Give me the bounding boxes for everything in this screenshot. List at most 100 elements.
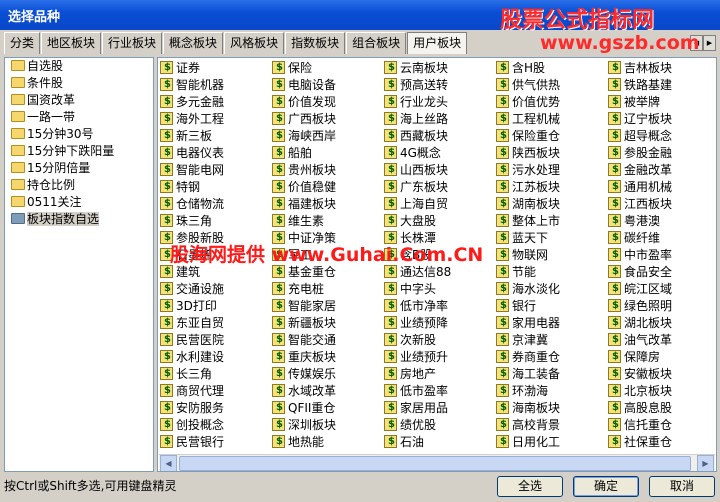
group-item[interactable]: 15分阴倍量 [5, 160, 153, 177]
block-item[interactable]: 西藏板块 [384, 128, 496, 145]
block-item[interactable]: 江西板块 [608, 196, 716, 213]
block-item[interactable]: 节能 [496, 264, 608, 281]
block-item[interactable]: 价值发现 [272, 94, 384, 111]
block-item[interactable]: 地热能 [272, 434, 384, 451]
block-item[interactable]: 污水处理 [496, 162, 608, 179]
block-item[interactable]: 房地产 [384, 366, 496, 383]
block-item[interactable]: 物联网 [496, 247, 608, 264]
block-item[interactable]: 高股息股 [608, 400, 716, 417]
block-item[interactable]: 3D打印 [160, 298, 272, 315]
block-item[interactable]: 日用化工 [496, 434, 608, 451]
tab-1[interactable]: 地区板块 [41, 32, 102, 54]
block-item[interactable]: 海外工程 [160, 111, 272, 128]
cancel-button[interactable]: 取消 [649, 476, 715, 497]
group-item[interactable]: 一路一带 [5, 109, 153, 126]
block-item[interactable]: 业绩预降 [384, 315, 496, 332]
block-item[interactable]: 上海自贸 [384, 196, 496, 213]
block-item[interactable]: 电器仪表 [160, 145, 272, 162]
tab-0[interactable]: 分类 [4, 32, 41, 54]
tab-2[interactable]: 行业板块 [102, 32, 163, 54]
tab-3[interactable]: 概念板块 [163, 32, 224, 54]
block-item[interactable]: 保障房 [608, 349, 716, 366]
block-item[interactable]: 绿色照明 [608, 298, 716, 315]
group-item[interactable]: 持仓比例 [5, 177, 153, 194]
block-item[interactable]: 多元金融 [160, 94, 272, 111]
group-item[interactable]: 15分钟下跌阳量 [5, 143, 153, 160]
block-item[interactable]: 新三板 [160, 128, 272, 145]
block-item[interactable]: 深圳板块 [272, 417, 384, 434]
block-item[interactable]: 智能家居 [272, 298, 384, 315]
block-item[interactable]: 次新股 [384, 332, 496, 349]
block-item[interactable]: 社保重仓 [608, 434, 716, 451]
block-item[interactable]: 广东板块 [384, 179, 496, 196]
block-item[interactable]: 4G概念 [384, 145, 496, 162]
block-item[interactable]: 湖北板块 [608, 315, 716, 332]
block-item[interactable]: 山西板块 [384, 162, 496, 179]
block-item[interactable]: 碳纤维 [608, 230, 716, 247]
block-item[interactable]: 海水淡化 [496, 281, 608, 298]
block-item[interactable]: 预高送转 [384, 77, 496, 94]
block-item[interactable]: 仓储物流 [160, 196, 272, 213]
block-item[interactable]: 整体上市 [496, 213, 608, 230]
block-item[interactable]: 民营银行 [160, 434, 272, 451]
block-item[interactable]: 水域改革 [272, 383, 384, 400]
scroll-right-icon[interactable]: ▶ [697, 455, 714, 471]
block-item[interactable]: 智能交通 [272, 332, 384, 349]
block-item[interactable]: 大盘股 [384, 213, 496, 230]
block-item[interactable]: 电脑设备 [272, 77, 384, 94]
block-item[interactable]: 广西板块 [272, 111, 384, 128]
scroll-left-icon[interactable]: ◀ [160, 455, 177, 471]
tab-4[interactable]: 风格板块 [224, 32, 285, 54]
block-item[interactable]: 江苏板块 [496, 179, 608, 196]
block-item[interactable]: 创投概念 [160, 417, 272, 434]
scroll-thumb[interactable] [179, 456, 691, 471]
horizontal-scrollbar[interactable]: ◀ ▶ [159, 454, 715, 471]
block-item[interactable]: 含H股 [496, 60, 608, 77]
block-item[interactable]: 保险 [272, 60, 384, 77]
block-item[interactable]: 东亚自贸 [160, 315, 272, 332]
block-item[interactable]: 超导概念 [608, 128, 716, 145]
block-item[interactable]: 陕西板块 [496, 145, 608, 162]
block-item[interactable]: 水利建设 [160, 349, 272, 366]
block-item[interactable]: 船舶 [272, 145, 384, 162]
block-item[interactable]: 交通设施 [160, 281, 272, 298]
group-item[interactable]: 国资改革 [5, 92, 153, 109]
block-item[interactable]: 京津冀 [496, 332, 608, 349]
block-item[interactable]: 湖南板块 [496, 196, 608, 213]
tab-7[interactable]: 用户板块 [407, 32, 468, 54]
block-item[interactable]: 北京板块 [608, 383, 716, 400]
select-all-button[interactable]: 全选 [497, 476, 563, 497]
tab-6[interactable]: 组合板块 [346, 32, 407, 54]
block-item[interactable]: 中市盈率 [608, 247, 716, 264]
block-item[interactable]: 家用电器 [496, 315, 608, 332]
group-item[interactable]: 自选股 [5, 58, 153, 75]
block-item[interactable]: 绩优股 [384, 417, 496, 434]
block-item[interactable]: 食品安全 [608, 264, 716, 281]
block-item[interactable]: 价值优势 [496, 94, 608, 111]
block-item[interactable]: 证券 [160, 60, 272, 77]
block-item[interactable]: 云南板块 [384, 60, 496, 77]
ok-button[interactable]: 确定 [573, 476, 639, 497]
block-item[interactable]: 珠三角 [160, 213, 272, 230]
block-item[interactable]: 吉林板块 [608, 60, 716, 77]
block-item[interactable]: 券商重仓 [496, 349, 608, 366]
block-item[interactable]: 福建板块 [272, 196, 384, 213]
tab-scroll-right-icon[interactable]: ▶ [703, 35, 716, 51]
block-item[interactable]: 价值稳健 [272, 179, 384, 196]
block-item[interactable]: 行业龙头 [384, 94, 496, 111]
block-item[interactable]: 智能机器 [160, 77, 272, 94]
block-item[interactable]: 特钢 [160, 179, 272, 196]
block-item[interactable]: 供气供热 [496, 77, 608, 94]
block-item[interactable]: 智能电网 [160, 162, 272, 179]
block-item[interactable]: 辽宁板块 [608, 111, 716, 128]
block-item[interactable]: 蓝天下 [496, 230, 608, 247]
block-item[interactable]: 贵州板块 [272, 162, 384, 179]
group-item[interactable]: 条件股 [5, 75, 153, 92]
group-item[interactable]: 板块指数自选 [5, 211, 153, 228]
block-item[interactable]: 充电桩 [272, 281, 384, 298]
group-item[interactable]: 0511关注 [5, 194, 153, 211]
block-item[interactable]: 高校背景 [496, 417, 608, 434]
block-item[interactable]: 低市盈率 [384, 383, 496, 400]
block-item[interactable]: 海南板块 [496, 400, 608, 417]
block-item[interactable]: 中字头 [384, 281, 496, 298]
